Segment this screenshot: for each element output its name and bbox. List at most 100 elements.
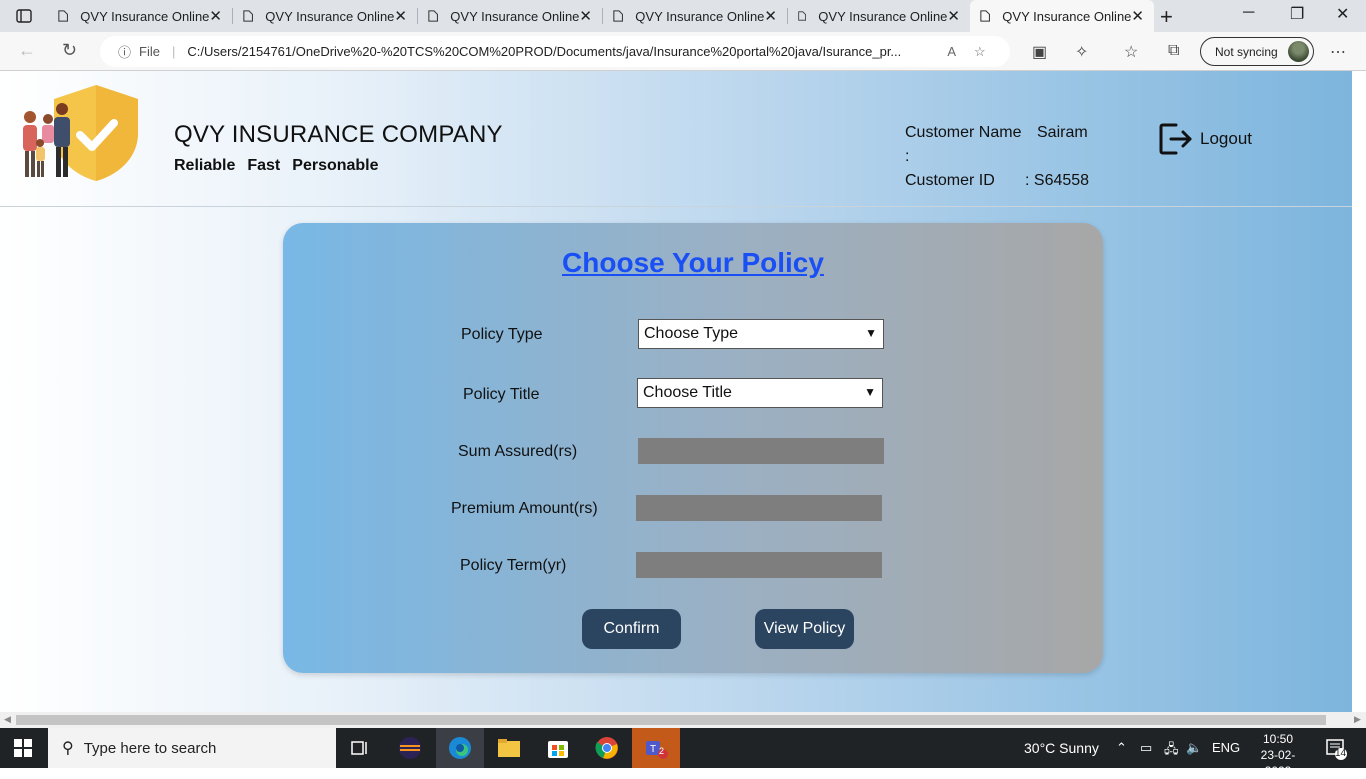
- site-header: QVY INSURANCE COMPANY Reliable Fast Pers…: [0, 71, 1352, 207]
- device-icon[interactable]: ▭: [1140, 740, 1152, 756]
- premium-amount-field[interactable]: [636, 495, 882, 521]
- policy-term-field[interactable]: [636, 552, 882, 578]
- notification-count: 14: [1335, 748, 1347, 759]
- edge-app-icon[interactable]: [436, 728, 484, 768]
- file-label: File: [139, 44, 160, 59]
- network-icon[interactable]: 🖧: [1164, 740, 1179, 762]
- new-tab-icon[interactable]: +: [1160, 4, 1173, 30]
- app-icon[interactable]: ▣: [1032, 42, 1047, 62]
- page-icon: [428, 10, 438, 22]
- scrollbar-thumb[interactable]: [16, 715, 1326, 725]
- page-icon: [798, 11, 807, 21]
- close-tab-icon[interactable]: ✕: [209, 7, 222, 25]
- omnibox-divider: |: [171, 44, 176, 59]
- close-tab-icon[interactable]: ✕: [764, 7, 777, 25]
- close-window-icon[interactable]: ✕: [1336, 4, 1349, 24]
- logout-icon: [1159, 123, 1192, 155]
- chevron-down-icon: ▼: [864, 385, 876, 399]
- browser-tab[interactable]: QVY Insurance Online ✕: [233, 0, 417, 32]
- windows-taskbar: ⚲ Type here to search T 2 30°C Sunny ⌃ ▭…: [0, 728, 1366, 778]
- form-title[interactable]: Choose Your Policy: [283, 247, 1103, 279]
- extensions-icon[interactable]: ✧: [1075, 42, 1088, 62]
- clock-time: 10:50: [1262, 732, 1294, 746]
- eclipse-app-icon[interactable]: [386, 728, 434, 768]
- view-policy-button[interactable]: View Policy: [755, 609, 854, 649]
- tab-title: QVY Insurance Online: [818, 8, 948, 24]
- close-tab-icon[interactable]: ✕: [1131, 7, 1144, 25]
- tab-actions-icon[interactable]: [8, 6, 40, 26]
- browser-tab[interactable]: QVY Insurance Online ✕: [48, 0, 232, 32]
- show-hidden-icons-icon[interactable]: ⌃: [1116, 740, 1127, 756]
- teams-badge: 2: [659, 746, 665, 756]
- scroll-left-icon[interactable]: ◀: [4, 714, 11, 725]
- logout-button[interactable]: Logout: [1158, 122, 1252, 156]
- page-icon: [613, 10, 623, 22]
- weather-status[interactable]: 30°C Sunny: [1024, 740, 1099, 756]
- premium-amount-label: Premium Amount(rs): [451, 500, 598, 517]
- volume-icon[interactable]: 🔈: [1186, 740, 1202, 756]
- browser-tab[interactable]: QVY Insurance Online ✕: [603, 0, 787, 32]
- scroll-right-icon[interactable]: ▶: [1354, 714, 1361, 725]
- chevron-down-icon: ▼: [865, 326, 877, 340]
- sum-assured-field[interactable]: [638, 438, 884, 464]
- close-tab-icon[interactable]: ✕: [947, 7, 960, 25]
- restore-icon[interactable]: ❐: [1290, 4, 1304, 24]
- tab-title: QVY Insurance Online: [80, 8, 210, 24]
- refresh-icon[interactable]: ↻: [62, 40, 77, 61]
- customer-id-label: Customer ID: [905, 172, 995, 189]
- family-shield-logo-icon: [23, 85, 138, 181]
- page-icon: [243, 10, 253, 22]
- sync-label: Not syncing: [1215, 44, 1278, 59]
- tab-title: QVY Insurance Online: [265, 8, 395, 24]
- customer-info: Customer Name : Sairam Customer ID : S64…: [905, 121, 1089, 193]
- svg-text:T: T: [650, 744, 656, 755]
- language-indicator[interactable]: ENG: [1212, 740, 1240, 755]
- read-aloud-icon[interactable]: A: [947, 44, 956, 59]
- windows-start-icon[interactable]: [14, 739, 32, 757]
- favorite-add-icon[interactable]: ☆: [974, 44, 986, 60]
- policy-type-select[interactable]: Choose Type ▼: [638, 319, 884, 349]
- browser-tab-strip: QVY Insurance Online ✕ QVY Insurance Onl…: [0, 0, 1366, 32]
- file-explorer-icon[interactable]: [485, 728, 533, 768]
- collections-icon[interactable]: ⧉: [1168, 42, 1179, 60]
- clock-date: 23-02-2023: [1260, 748, 1296, 778]
- confirm-button[interactable]: Confirm: [582, 609, 681, 649]
- tagline-item: Reliable: [174, 157, 236, 174]
- taskbar-search-input[interactable]: ⚲ Type here to search: [48, 728, 336, 768]
- customer-name-label: Customer Name :: [905, 124, 1022, 165]
- browser-tab[interactable]: QVY Insurance Online ✕: [788, 0, 970, 32]
- teams-app-icon[interactable]: T 2: [632, 728, 680, 768]
- profile-sync-button[interactable]: Not syncing: [1200, 37, 1314, 66]
- chrome-app-icon[interactable]: [583, 728, 631, 768]
- policy-term-label: Policy Term(yr): [460, 557, 567, 574]
- favorites-icon[interactable]: ☆: [1124, 42, 1138, 62]
- horizontal-scrollbar[interactable]: ◀ ▶: [0, 712, 1366, 728]
- minimize-icon[interactable]: ─: [1243, 4, 1254, 22]
- address-bar-row: ← ↻ ⓘ File | C:/Users/2154761/OneDrive%2…: [0, 32, 1366, 71]
- tab-title: QVY Insurance Online: [1002, 8, 1132, 24]
- page-icon: [58, 10, 68, 22]
- policy-form-card: Choose Your Policy Policy Type Choose Ty…: [283, 223, 1103, 673]
- more-menu-icon[interactable]: ⋯: [1330, 42, 1346, 62]
- task-view-icon[interactable]: [336, 728, 384, 768]
- info-icon[interactable]: ⓘ: [118, 42, 131, 61]
- store-app-icon[interactable]: [534, 728, 582, 768]
- close-tab-icon[interactable]: ✕: [394, 7, 407, 25]
- tagline-item: Fast: [247, 157, 281, 174]
- notification-center-icon[interactable]: 14: [1326, 738, 1348, 765]
- web-page: QVY INSURANCE COMPANY Reliable Fast Pers…: [0, 71, 1352, 712]
- close-tab-icon[interactable]: ✕: [579, 7, 592, 25]
- tagline-item: Personable: [292, 157, 379, 174]
- company-name: QVY INSURANCE COMPANY: [174, 121, 503, 148]
- browser-tab-active[interactable]: QVY Insurance Online ✕: [970, 0, 1154, 32]
- browser-tab[interactable]: QVY Insurance Online ✕: [418, 0, 602, 32]
- url-text[interactable]: C:/Users/2154761/OneDrive%20-%20TCS%20CO…: [187, 44, 937, 59]
- avatar: [1288, 41, 1309, 62]
- back-icon[interactable]: ←: [18, 40, 36, 61]
- customer-id: : S64558: [1025, 172, 1090, 189]
- address-bar[interactable]: ⓘ File | C:/Users/2154761/OneDrive%20-%2…: [100, 36, 1010, 67]
- policy-title-select[interactable]: Choose Title ▼: [637, 378, 883, 408]
- search-placeholder: Type here to search: [83, 739, 217, 757]
- clock[interactable]: 10:50 23-02-2023: [1250, 731, 1306, 779]
- search-icon: ⚲: [62, 740, 74, 757]
